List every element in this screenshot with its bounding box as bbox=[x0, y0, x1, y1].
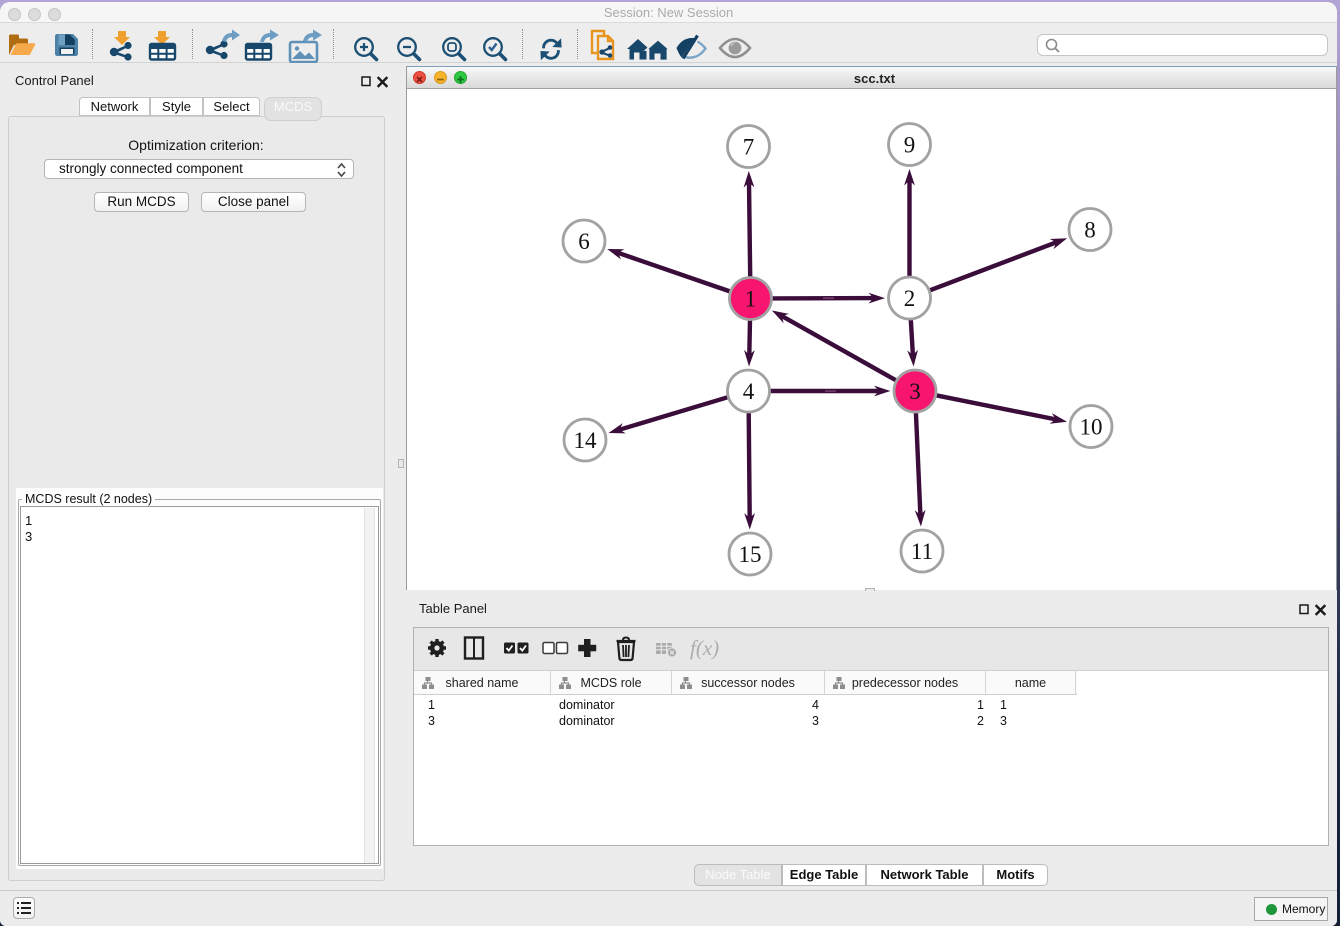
svg-text:15: 15 bbox=[739, 542, 762, 567]
svg-text:11: 11 bbox=[911, 539, 933, 564]
svg-text:3: 3 bbox=[909, 379, 921, 404]
svg-text:9: 9 bbox=[904, 133, 916, 158]
svg-text:1: 1 bbox=[745, 287, 757, 312]
svg-text:8: 8 bbox=[1084, 218, 1096, 243]
svg-text:7: 7 bbox=[743, 135, 755, 160]
svg-text:10: 10 bbox=[1080, 415, 1103, 440]
svg-text:4: 4 bbox=[743, 379, 755, 404]
svg-text:14: 14 bbox=[574, 428, 598, 453]
svg-text:f(x): f(x) bbox=[690, 636, 719, 660]
svg-text:2: 2 bbox=[904, 286, 916, 311]
svg-text:6: 6 bbox=[578, 229, 590, 254]
